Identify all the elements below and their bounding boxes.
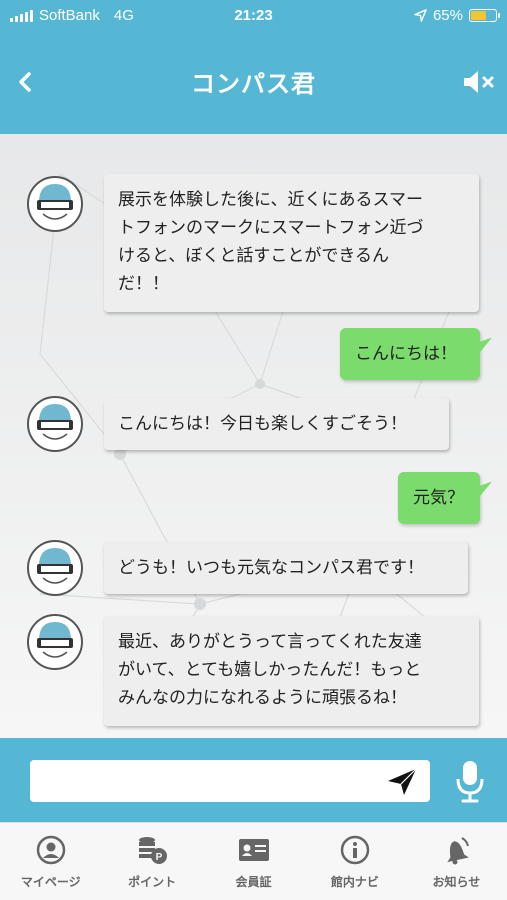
tab-points[interactable]: P ポイント [101, 823, 202, 900]
bell-icon [439, 833, 473, 867]
tab-label: 館内ナビ [330, 875, 379, 889]
bot-avatar [27, 614, 83, 670]
input-bar [0, 738, 507, 822]
tab-bar: マイページ P ポイント 会員証 館内ナビ お知らせ [0, 822, 507, 900]
message-line: みんなの力になれるように頑張るね！ [118, 688, 407, 708]
status-right: 65% [414, 7, 500, 24]
battery-icon [469, 9, 500, 22]
bot-message-3: どうも！いつも元気なコンパス君です！ [104, 542, 468, 594]
message-line: トフォンのマークにスマートフォン近づ [118, 218, 424, 238]
tab-label: お知らせ [432, 875, 481, 889]
message-line: どうも！いつも元気なコンパス君です！ [118, 558, 424, 578]
battery-percent: 65% [432, 7, 463, 24]
message-line: けると、ぼくと話すことができるん [118, 246, 389, 266]
chat-area[interactable]: 展示を体験した後に、近くにあるスマー トフォンのマークにスマートフォン近づ ける… [0, 134, 507, 738]
bot-message-2: こんにちは！今日も楽しくすごそう！ [104, 398, 449, 450]
mute-button[interactable] [461, 66, 497, 98]
message-text: 元気？ [413, 488, 464, 508]
bot-avatar [27, 176, 83, 232]
coins-icon: P [135, 833, 169, 867]
battery-fill [471, 11, 486, 20]
person-icon [34, 833, 68, 867]
tab-news[interactable]: お知らせ [406, 823, 507, 900]
message-line: こんにちは！今日も楽しくすごそう！ [118, 414, 407, 434]
bot-message-4: 最近、ありがとうって言ってくれた友達 がいて、とても嬉しかったんだ！もっと みん… [104, 616, 479, 726]
tab-navi[interactable]: 館内ナビ [304, 823, 405, 900]
bot-message-1: 展示を体験した後に、近くにあるスマー トフォンのマークにスマートフォン近づ ける… [104, 174, 479, 312]
message-text: こんにちは！ [355, 344, 457, 364]
robot-face-icon [37, 548, 73, 584]
location-arrow-icon [414, 9, 427, 22]
info-icon [338, 833, 372, 867]
tab-label: マイページ [20, 875, 81, 889]
robot-face-icon [37, 184, 73, 220]
id-card-icon [237, 833, 271, 867]
page-title: コンパス君 [191, 70, 316, 98]
mic-button[interactable] [450, 756, 490, 806]
svg-text:P: P [156, 852, 163, 863]
tab-mypage[interactable]: マイページ [0, 823, 101, 900]
send-icon [388, 768, 417, 795]
robot-face-icon [37, 404, 73, 440]
tab-label: ポイント [128, 875, 177, 889]
message-line: だ！！ [118, 274, 169, 294]
message-line: 最近、ありがとうって言ってくれた友達 [118, 632, 422, 652]
microphone-icon [456, 761, 484, 803]
user-message-2: 元気？ [398, 472, 480, 524]
speaker-mute-icon [464, 71, 494, 93]
message-input[interactable] [30, 760, 430, 802]
message-line: 展示を体験した後に、近くにあるスマー [118, 190, 423, 210]
bot-avatar [27, 396, 83, 452]
send-button[interactable] [384, 766, 420, 798]
nav-bar: コンパス君 [0, 34, 507, 134]
message-line: がいて、とても嬉しかったんだ！もっと [118, 660, 422, 680]
user-message-1: こんにちは！ [340, 328, 480, 380]
tab-label: 会員証 [235, 875, 272, 889]
robot-face-icon [37, 622, 73, 658]
bot-avatar [27, 540, 83, 596]
status-bar: SoftBank 4G 21:23 65% [0, 0, 507, 34]
tab-member-card[interactable]: 会員証 [203, 823, 304, 900]
